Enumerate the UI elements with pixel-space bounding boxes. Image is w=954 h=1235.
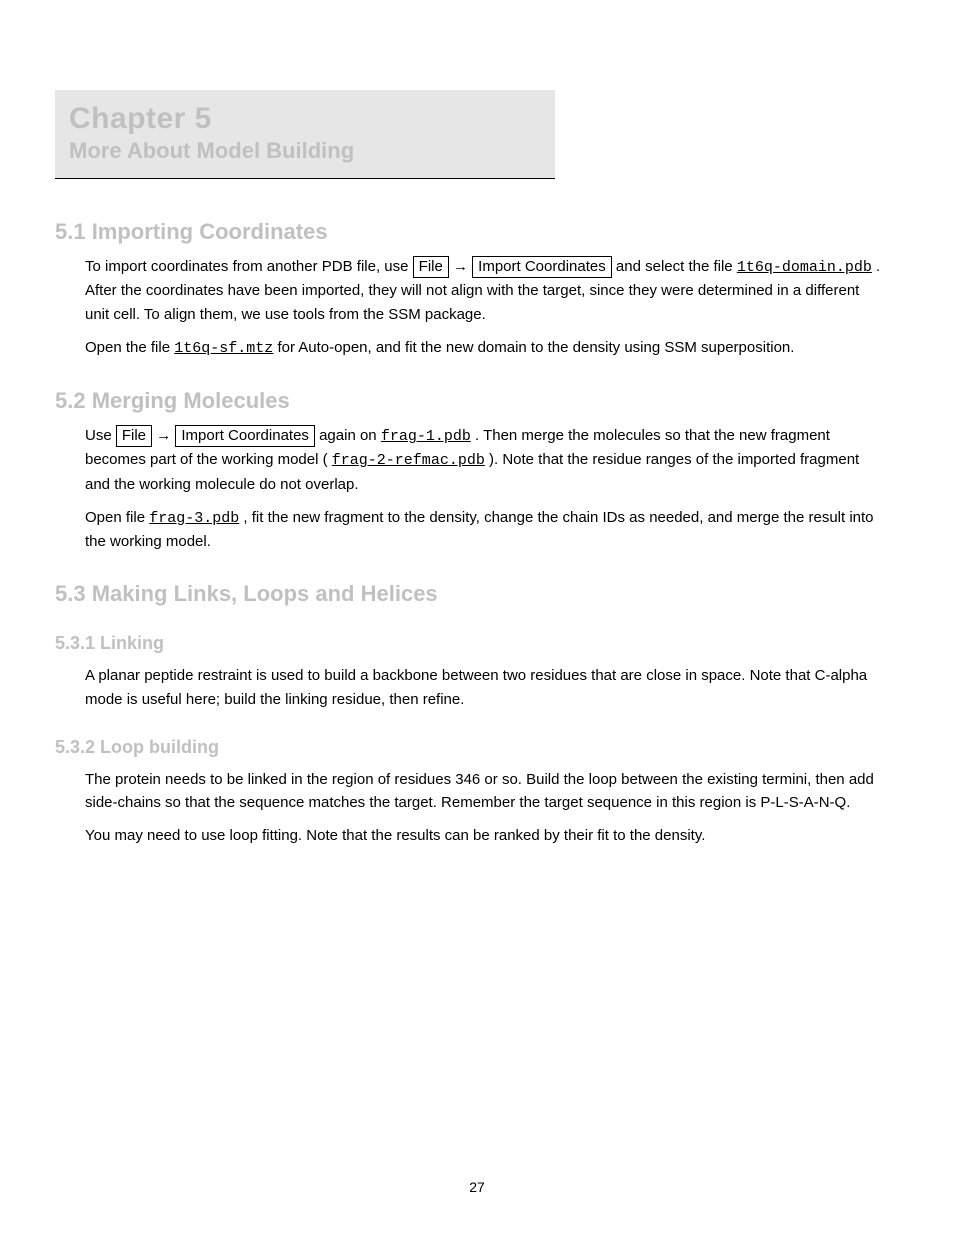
menu-file-2: File [116,425,152,447]
subsection-title-loop-building: 5.3.2 Loop building [55,737,885,758]
text: Use [85,427,116,444]
para-5-3-2-a: The protein needs to be linked in the re… [85,768,885,815]
text: Open the file [85,339,174,356]
para-5-1-b: Open the file 1t6q-sf.mtz for Auto-open,… [85,336,885,360]
section-title-importing: 5.1 Importing Coordinates [55,219,885,245]
text: → [453,258,472,275]
filename-frag-3: frag-3.pdb [149,510,239,527]
section-title-merging: 5.2 Merging Molecules [55,388,885,414]
text: To import coordinates from another PDB f… [85,258,413,275]
filename-1t6q-domain: 1t6q-domain.pdb [737,259,872,276]
text: for Auto-open, and fit the new domain to… [277,339,794,356]
chapter-title: More About Model Building [69,138,541,164]
chapter-heading-band: Chapter 5 More About Model Building [55,90,555,178]
page: Chapter 5 More About Model Building 5.1 … [0,0,954,1235]
menu-import-coordinates: Import Coordinates [472,256,612,278]
filename-frag-2-refmac: frag-2-refmac.pdb [332,452,485,469]
chapter-tag: Chapter 5 [69,102,541,136]
subsection-title-linking: 5.3.1 Linking [55,633,885,654]
menu-import-coordinates-2: Import Coordinates [175,425,315,447]
para-5-3-2-b: You may need to use loop fitting. Note t… [85,824,885,847]
chapter-heading-block: Chapter 5 More About Model Building [55,90,555,179]
page-body: 5.1 Importing Coordinates To import coor… [55,219,885,848]
para-5-1-a: To import coordinates from another PDB f… [85,255,885,326]
text: again on [319,427,381,444]
text: Open file [85,509,149,526]
filename-frag-1: frag-1.pdb [381,428,471,445]
filename-1t6q-sf: 1t6q-sf.mtz [174,340,273,357]
para-5-3-1: A planar peptide restraint is used to bu… [85,664,885,711]
menu-file: File [413,256,449,278]
text: → [156,427,175,444]
section-title-links-loops: 5.3 Making Links, Loops and Helices [55,581,885,607]
para-5-2-b: Open file frag-3.pdb , fit the new fragm… [85,506,885,554]
page-number: 27 [0,1179,954,1195]
text: and select the file [616,258,737,275]
para-5-2-a: Use File → Import Coordinates again on f… [85,424,885,496]
